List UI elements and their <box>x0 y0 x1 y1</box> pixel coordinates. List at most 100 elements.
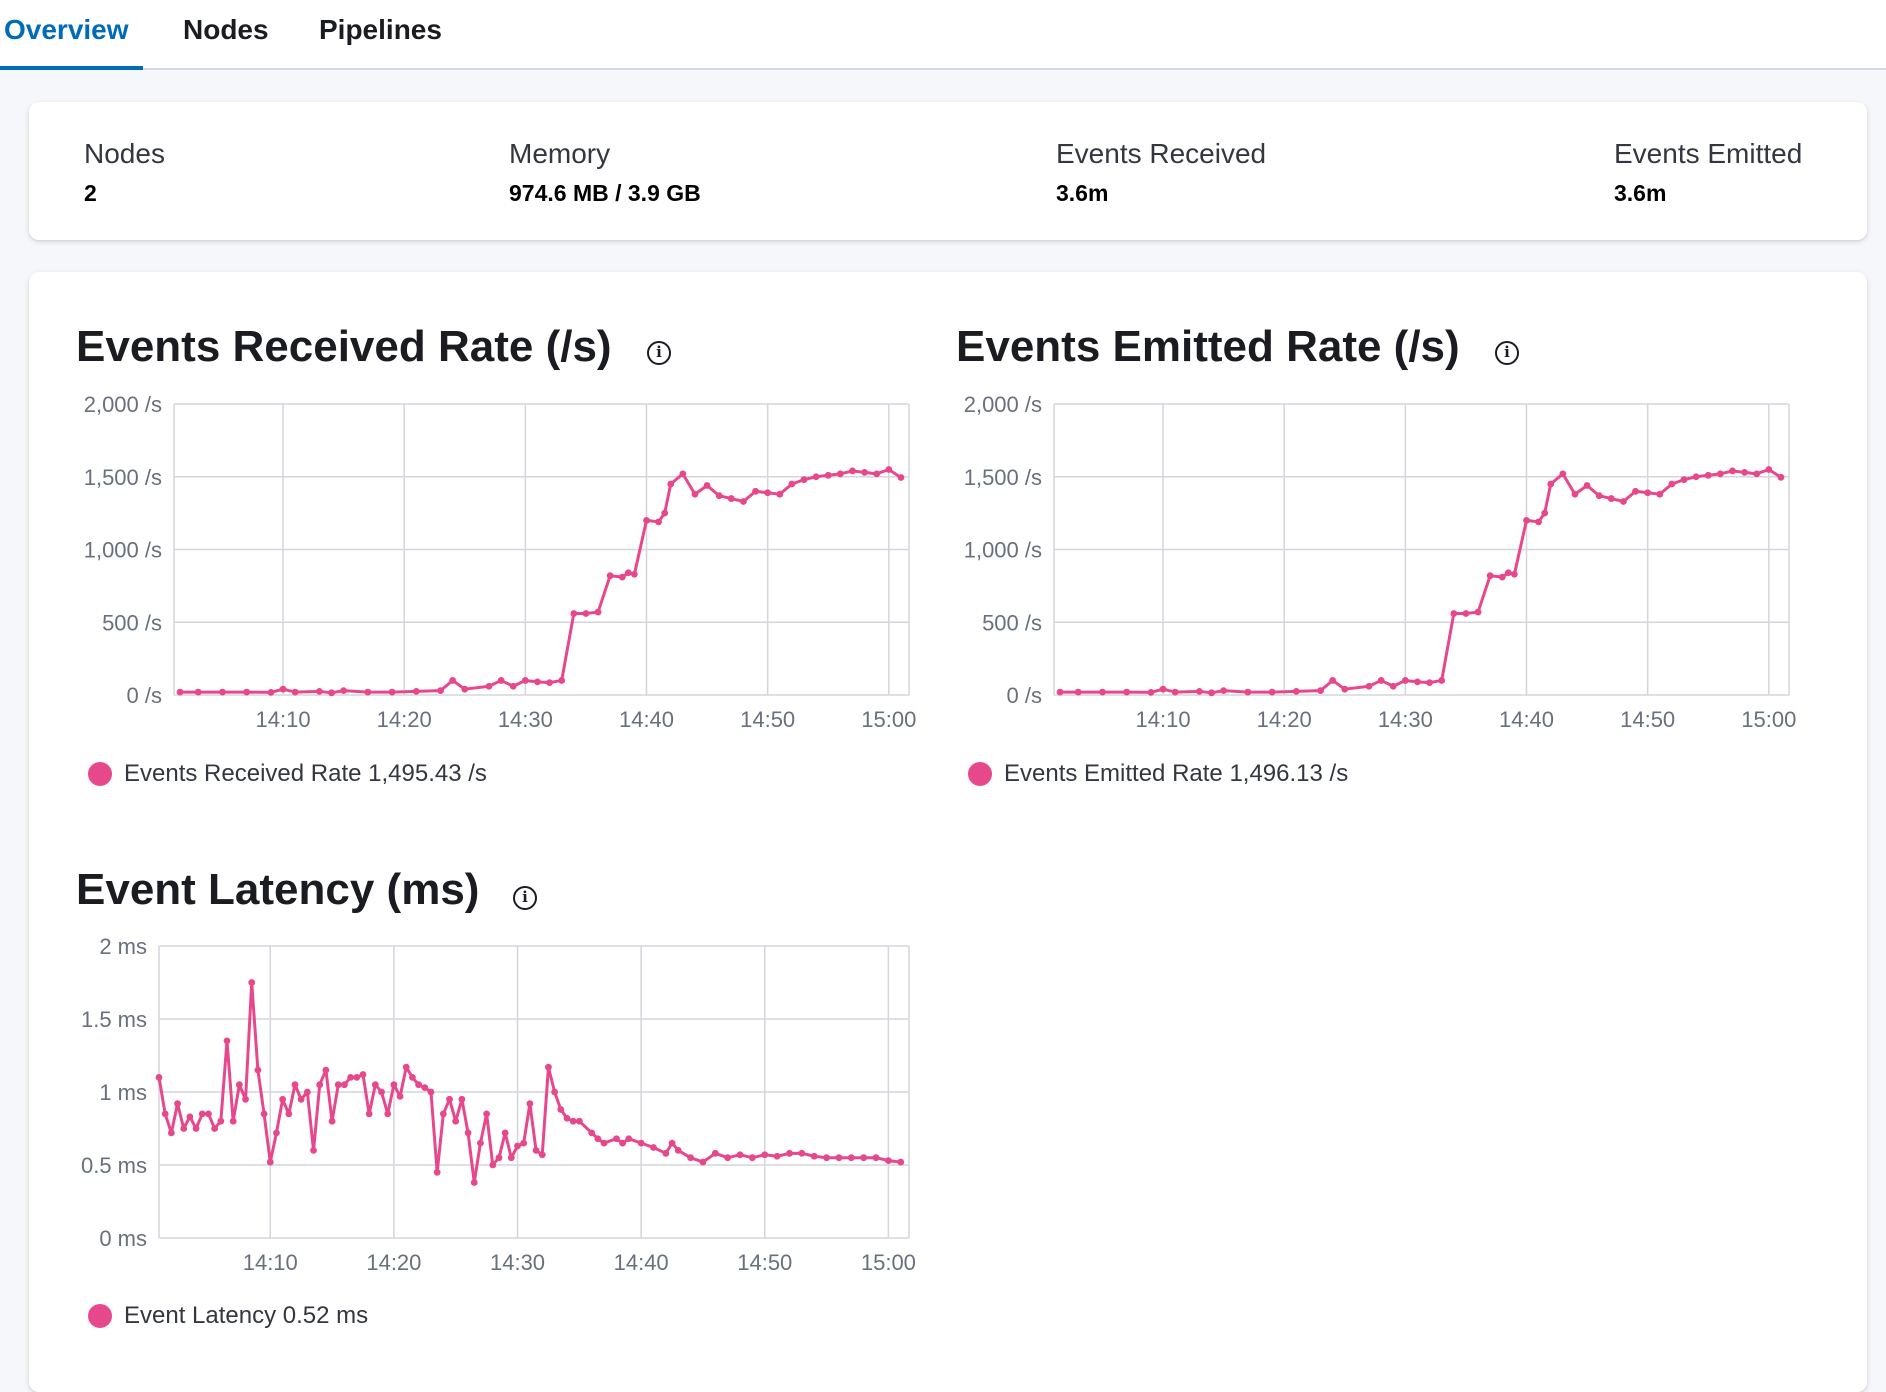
legend-value: 0.52 ms <box>282 1302 369 1329</box>
tab-overview[interactable]: Overview <box>4 0 129 70</box>
chart-plot: 2 ms 1.5 ms 1 ms 0.5 ms 0 ms 14:10 14:20 14:30 1… <box>81 934 916 1275</box>
data-point <box>1583 482 1591 489</box>
data-point <box>507 1154 515 1162</box>
data-point <box>402 1063 410 1071</box>
data-point <box>1607 495 1615 502</box>
data-point <box>570 610 578 617</box>
data-point <box>727 495 735 502</box>
data-point <box>458 1095 466 1103</box>
x-tick-label: 14:30 <box>1378 707 1433 732</box>
data-point <box>180 1125 188 1132</box>
data-point <box>824 471 832 479</box>
data-point <box>223 1037 231 1045</box>
y-tick-label: 0 /s <box>1007 683 1042 708</box>
data-point <box>812 473 820 481</box>
data-point <box>388 688 396 696</box>
data-point <box>1644 489 1652 497</box>
data-point <box>1056 688 1064 696</box>
y-tick-label: 1 ms <box>99 1080 147 1105</box>
y-tick-label: 0 /s <box>127 683 162 708</box>
data-point <box>546 679 553 687</box>
stat-title: Memory <box>509 138 611 169</box>
tab-pipelines[interactable]: Pipelines <box>319 0 442 70</box>
tab-nodes[interactable]: Nodes <box>183 0 269 70</box>
data-point <box>650 1144 657 1151</box>
data-point <box>1535 518 1543 526</box>
stat-events-received: Events Received 3.6m <box>1056 138 1266 207</box>
data-point <box>452 1117 460 1125</box>
x-tick-label: 14:10 <box>243 1250 298 1275</box>
data-point <box>219 688 226 696</box>
data-point <box>412 687 420 695</box>
data-point <box>798 1149 806 1157</box>
data-point <box>205 1110 212 1118</box>
y-tick-label: 0 ms <box>99 1226 147 1251</box>
data-point <box>520 1139 528 1147</box>
data-point <box>297 1095 305 1103</box>
data-point <box>279 685 287 693</box>
data-point <box>884 1157 892 1165</box>
data-point <box>1268 688 1276 696</box>
data-point <box>483 1110 491 1118</box>
data-point <box>266 1158 274 1166</box>
legend-label: Events Received Rate <box>124 760 362 787</box>
data-point <box>427 1088 435 1096</box>
data-point <box>703 482 711 489</box>
data-point <box>1195 687 1203 695</box>
data-point <box>667 480 675 488</box>
chart-title: Events Emitted Rate (/s) <box>956 322 1460 371</box>
info-icon[interactable]: i <box>1495 341 1519 365</box>
stat-value: 974.6 MB / 3.9 GB <box>509 180 701 206</box>
x-tick-label: 14:50 <box>1620 707 1675 732</box>
data-point <box>477 1139 484 1147</box>
data-point <box>254 1066 262 1074</box>
data-point <box>836 470 844 478</box>
data-point <box>873 470 881 478</box>
info-icon[interactable]: i <box>647 341 671 365</box>
data-point <box>545 1063 552 1071</box>
data-point <box>606 572 614 580</box>
data-point <box>1389 682 1397 690</box>
data-point <box>1620 498 1627 505</box>
data-point <box>421 1084 429 1092</box>
data-point <box>194 688 202 696</box>
data-point <box>176 688 184 696</box>
data-point <box>872 1154 880 1162</box>
data-point <box>897 1158 905 1166</box>
x-tick-label: 14:20 <box>377 707 432 732</box>
data-point <box>1510 570 1518 578</box>
data-point <box>161 1110 169 1118</box>
legend-label: Events Emitted Rate <box>1004 760 1223 787</box>
data-point <box>260 1110 268 1118</box>
stat-events-emitted: Events Emitted 3.6m <box>1614 138 1802 207</box>
y-tick-label: 500 /s <box>102 610 162 635</box>
data-point <box>1559 470 1567 478</box>
info-icon[interactable]: i <box>513 886 537 910</box>
data-point <box>279 1095 287 1103</box>
data-point <box>174 1100 181 1108</box>
data-point <box>1571 490 1579 498</box>
data-point <box>691 490 699 498</box>
data-point <box>340 687 348 695</box>
data-point <box>1414 678 1421 686</box>
stats-panel: Nodes 2 Memory 974.6 MB / 3.9 GB Events … <box>29 102 1867 240</box>
data-point <box>1123 688 1131 696</box>
data-point <box>1317 687 1324 695</box>
data-point <box>1450 610 1458 617</box>
data-point <box>485 682 493 690</box>
data-point <box>415 1081 423 1089</box>
legend-label: Event Latency <box>124 1302 277 1329</box>
x-tick-label: 14:40 <box>1499 707 1554 732</box>
data-point <box>788 480 796 488</box>
data-point <box>823 1154 830 1162</box>
active-tab-indicator <box>0 66 143 70</box>
chart-plot: 2,000 /s 1,500 /s 1,000 /s 500 /s 0 /s 14:10 1… <box>84 392 917 732</box>
data-point <box>569 1117 577 1125</box>
data-point <box>1220 687 1228 695</box>
data-point <box>1656 490 1664 498</box>
data-point <box>1438 677 1446 684</box>
x-tick-label: 15:00 <box>861 707 916 732</box>
data-point <box>1668 480 1676 488</box>
data-point <box>849 467 856 475</box>
data-point <box>1541 509 1549 517</box>
